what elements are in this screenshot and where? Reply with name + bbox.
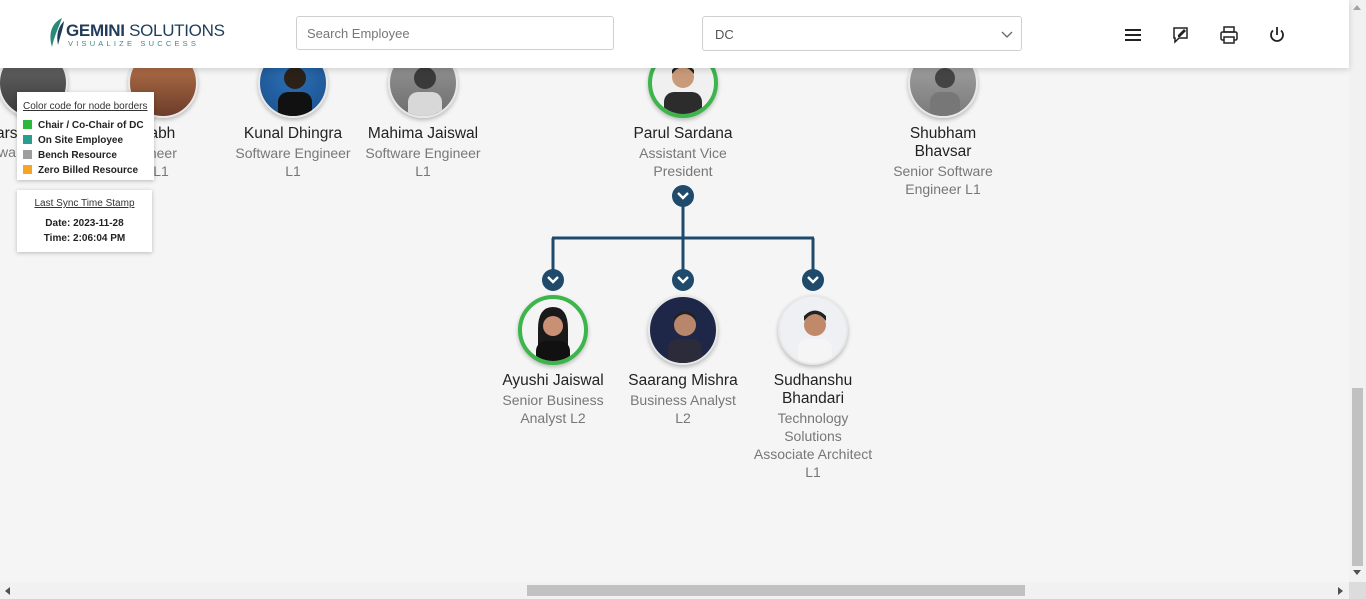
employee-level: Analyst L2 (520, 410, 586, 426)
chevron-down-icon (547, 276, 559, 284)
employee-name: Kunal Dhingra (243, 125, 343, 142)
avatar[interactable] (778, 295, 848, 365)
department-select[interactable]: DC (702, 16, 1022, 51)
employee-role: Business Analyst (630, 392, 736, 408)
logout-button[interactable] (1266, 24, 1288, 46)
sync-date: Date: 2023-11-28 (45, 218, 124, 229)
employee-level: L1 (415, 163, 431, 179)
scroll-left-arrow[interactable] (5, 587, 10, 595)
employee-role-fragment: wa (0, 144, 16, 160)
feedback-icon (1173, 27, 1188, 44)
employee-role: Senior Software (893, 163, 993, 179)
chevron-down-icon (677, 192, 689, 200)
employee-level: L1 (805, 464, 821, 480)
scroll-down-arrow[interactable] (1353, 570, 1361, 575)
horizontal-scrollbar[interactable] (0, 582, 1349, 599)
scrollbar-corner (1349, 582, 1366, 599)
employee-role-line3: Associate Architect (753, 446, 873, 462)
employee-name: Ayushi Jaiswal (502, 372, 604, 389)
employee-name: Mahima Jaiswal (367, 125, 479, 142)
avatar[interactable] (648, 295, 718, 365)
sync-timestamp-card: Last Sync Time Stamp Date: 2023-11-28 Ti… (17, 190, 152, 252)
collapse-toggle-parul[interactable] (672, 185, 694, 207)
employee-level: L2 (675, 410, 691, 426)
expand-toggle-ayushi[interactable] (542, 269, 564, 291)
department-select-value: DC (715, 27, 734, 42)
employee-role: Assistant Vice (639, 145, 727, 161)
legend-swatch (23, 165, 32, 174)
legend-swatch (23, 120, 32, 129)
employee-role: Technology (777, 410, 849, 426)
sync-title: Last Sync Time Stamp (34, 198, 135, 209)
chevron-down-icon (677, 276, 689, 284)
menu-button[interactable] (1122, 24, 1144, 46)
gemini-logo[interactable]: GEMINI SOLUTIONS VISUALIZE SUCCESS (46, 17, 225, 51)
legend-item-chair: Chair / Co-Chair of DC (23, 120, 144, 131)
sync-time: Time: 2:06:04 PM (43, 233, 126, 244)
employee-level: L1 (285, 163, 301, 179)
chevron-down-icon (807, 276, 819, 284)
power-icon (1270, 27, 1284, 42)
employee-name-line2: Bhandari (781, 390, 845, 407)
horizontal-scroll-thumb[interactable] (527, 585, 1025, 596)
scroll-up-arrow[interactable] (1353, 5, 1361, 10)
logo-wordmark: GEMINI SOLUTIONS (66, 21, 225, 40)
scroll-right-arrow[interactable] (1338, 587, 1343, 595)
avatar[interactable] (518, 295, 588, 365)
employee-role: Senior Business (502, 392, 604, 408)
legend-swatch (23, 135, 32, 144)
employee-name: Saarang Mishra (628, 372, 738, 389)
employee-level: Engineer L1 (905, 181, 981, 197)
employee-level: President (653, 163, 713, 179)
vertical-scrollbar[interactable] (1349, 0, 1366, 582)
employee-name-line2: Bhavsar (914, 143, 972, 160)
legend-swatch (23, 150, 32, 159)
legend-item-bench: Bench Resource (23, 150, 117, 161)
feedback-button[interactable] (1170, 24, 1192, 46)
vertical-scroll-thumb[interactable] (1352, 388, 1363, 566)
employee-name: Sudhanshu (773, 372, 853, 389)
menu-icon (1125, 29, 1141, 41)
logo-tagline: VISUALIZE SUCCESS (68, 39, 200, 48)
legend-title: Color code for node borders (23, 101, 148, 112)
print-button[interactable] (1218, 24, 1240, 46)
employee-name: Parul Sardana (633, 125, 733, 142)
employee-name: Shubham (909, 125, 977, 142)
employee-role: Software Engineer (235, 145, 351, 161)
print-icon (1220, 26, 1238, 44)
search-employee-input[interactable] (296, 16, 614, 50)
gemini-leaf-icon (50, 18, 64, 47)
employee-role: Software Engineer (365, 145, 481, 161)
expand-toggle-saarang[interactable] (672, 269, 694, 291)
chevron-down-icon (1001, 31, 1013, 38)
app-header: GEMINI SOLUTIONS VISUALIZE SUCCESS DC (0, 0, 1349, 68)
legend-item-zero-billed: Zero Billed Resource (23, 165, 138, 176)
color-legend: Color code for node borders Chair / Co-C… (17, 92, 154, 180)
expand-toggle-sudhanshu[interactable] (802, 269, 824, 291)
employee-role-line2: Solutions (784, 428, 842, 444)
legend-item-onsite: On Site Employee (23, 135, 123, 146)
